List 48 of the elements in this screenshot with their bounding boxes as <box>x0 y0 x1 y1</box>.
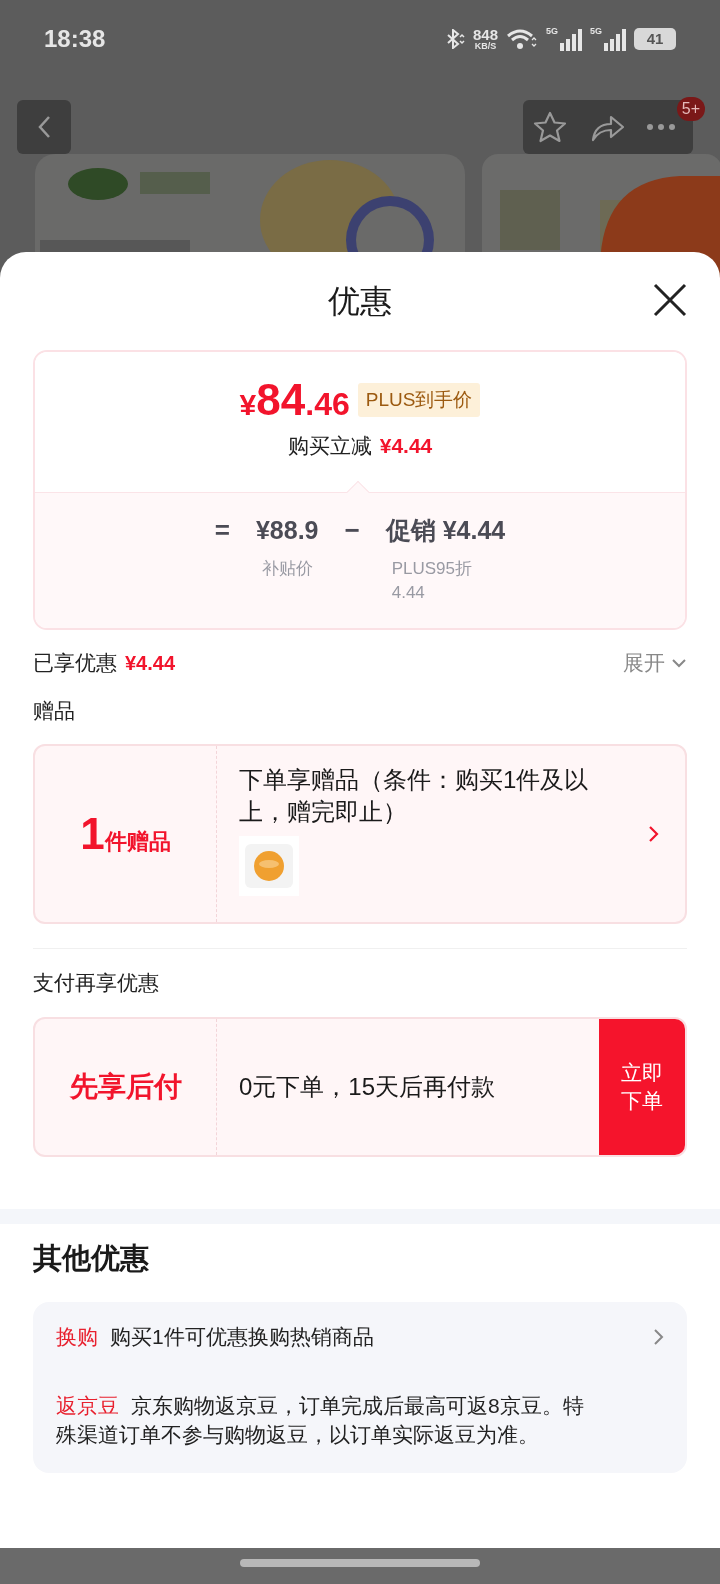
gift-unit: 件赠品 <box>104 828 171 856</box>
close-button[interactable] <box>652 282 688 318</box>
wifi-icon <box>506 27 538 51</box>
more-icon[interactable] <box>647 124 675 130</box>
section-title: 支付再享优惠 <box>33 970 160 996</box>
section-title: 其他优惠 <box>33 1241 150 1276</box>
clock: 18:38 <box>44 24 106 54</box>
term-caption: 补贴价 <box>261 558 313 580</box>
signal-icon <box>604 29 626 51</box>
close-icon <box>652 282 688 318</box>
notification-badge: 5+ <box>676 97 705 121</box>
currency-symbol: ¥ <box>239 390 257 420</box>
signal-icon <box>560 29 582 51</box>
back-icon <box>37 115 51 139</box>
network-speed: 848 <box>472 27 498 42</box>
gift-card[interactable]: 1件赠品 下单享赠品（条件：购买1件及以上，赠完即止） <box>33 744 687 924</box>
discount-label: 购买立减 <box>287 433 372 459</box>
summary-label: 已享优惠 <box>33 650 117 677</box>
operator: − <box>344 514 360 547</box>
price-term: 促销 ¥4.44 <box>385 515 506 546</box>
summary-amount: ¥4.44 <box>125 651 176 676</box>
payment-name: 先享后付 <box>69 1070 182 1104</box>
price-decimal: .46 <box>305 388 350 420</box>
price-tag: PLUS到手价 <box>357 382 481 418</box>
price-integer: 84 <box>256 378 306 422</box>
price-term: ¥88.9 <box>255 515 319 546</box>
operator: = <box>214 514 230 547</box>
network-type: 5G <box>546 27 558 36</box>
back-button[interactable] <box>17 100 71 154</box>
offer-description: 换购 购买1件可优惠换购热销商品 <box>56 1324 375 1350</box>
gift-count: 1 <box>80 812 105 856</box>
sheet-title: 优惠 <box>328 282 392 321</box>
term-caption: PLUS95折 <box>391 558 473 580</box>
chevron-right-icon[interactable] <box>653 1328 664 1346</box>
term-caption: 4.44 <box>391 582 426 604</box>
chevron-icon <box>671 658 687 668</box>
battery-level: 41 <box>646 28 664 49</box>
order-button[interactable]: 立即下单 <box>599 1019 685 1155</box>
section-title: 赠品 <box>33 698 76 724</box>
chevron-right-icon <box>648 825 659 843</box>
network-speed-unit: KB/S <box>474 42 497 51</box>
star-icon[interactable] <box>533 111 567 143</box>
payment-description: 0元下单，15天后再付款 <box>239 1072 496 1102</box>
offer-description: 返京豆 京东购物返京豆，订单完成后最高可返8京豆。特殊渠道订单不参与购物返豆，以订单实际返豆为准。 <box>56 1393 584 1448</box>
discount-amount: ¥4.44 <box>379 433 433 459</box>
expand-toggle[interactable]: 展开 <box>623 647 687 679</box>
network-type: 5G <box>590 27 602 36</box>
gift-description: 下单享赠品（条件：购买1件及以上，赠完即止） <box>239 765 590 827</box>
